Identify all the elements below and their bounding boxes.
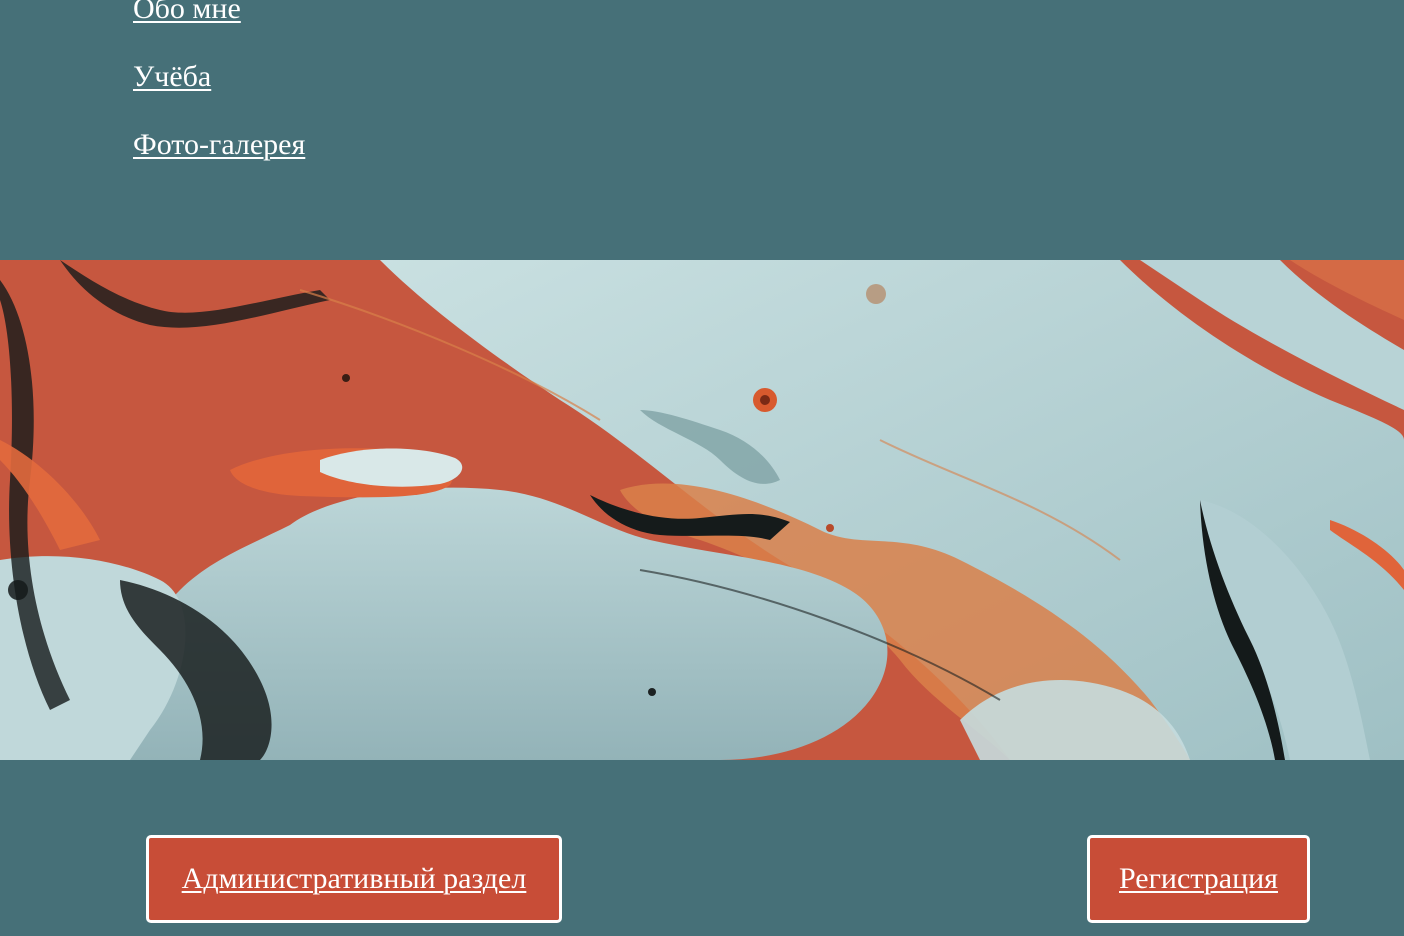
nav-link-about[interactable]: Обо мне [133,0,241,25]
nav-item-gallery: Фото-галерея [133,127,305,163]
nav-item-about: Обо мне [133,0,305,27]
nav-link-study[interactable]: Учёба [133,60,211,93]
fluid-art-illustration [0,260,1404,760]
nav-link-gallery[interactable]: Фото-галерея [133,128,305,161]
register-button[interactable]: Регистрация [1087,835,1310,923]
page: Обо мне Учёба Фото-галерея Административ… [0,0,1404,936]
main-nav: Обо мне Учёба Фото-галерея [133,0,305,195]
admin-section-button[interactable]: Административный раздел [146,835,562,923]
nav-item-study: Учёба [133,59,305,95]
hero-banner-image [0,260,1404,760]
